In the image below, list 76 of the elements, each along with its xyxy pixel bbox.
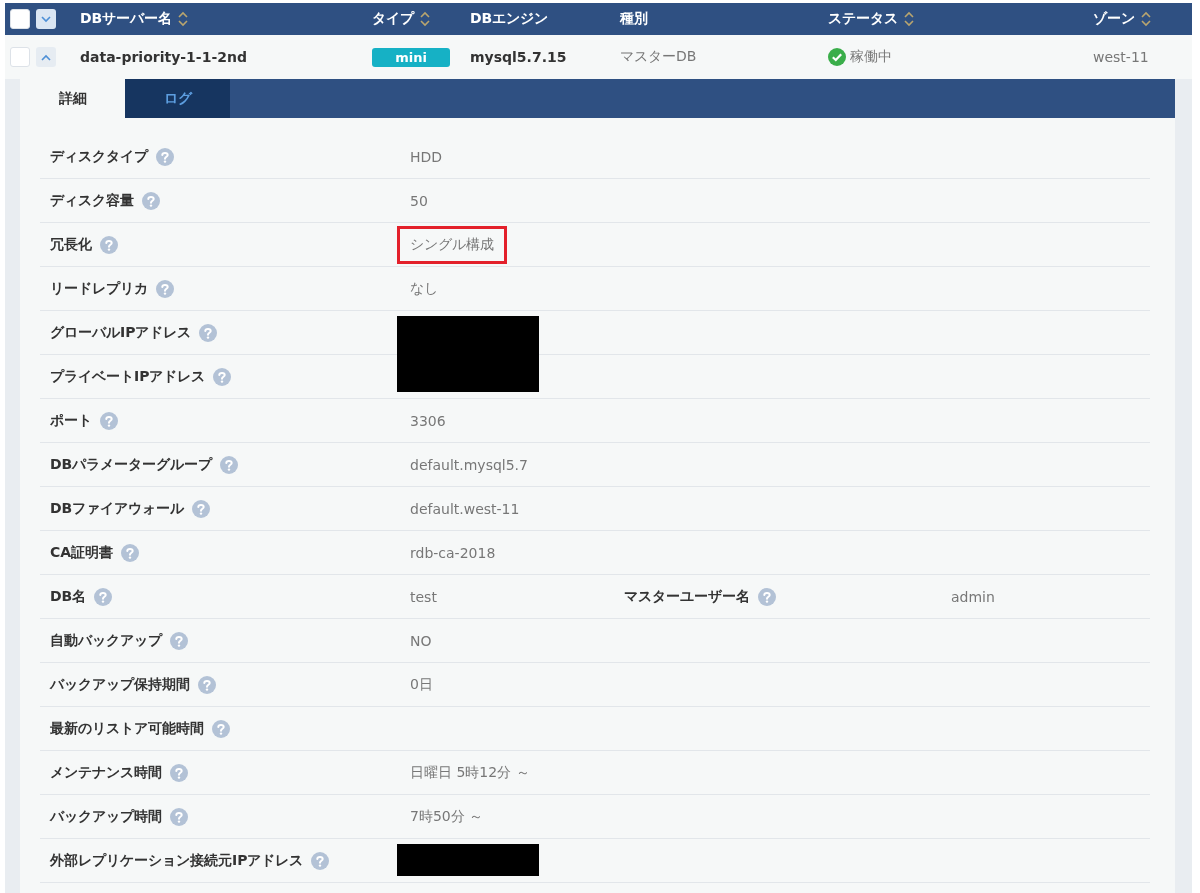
field-label: ポート (50, 411, 92, 430)
field-label: DBパラメーターグループ (50, 455, 213, 474)
field-value: HDD (409, 147, 444, 167)
field-label: プライベートIPアドレス (50, 367, 206, 386)
field-label: メンテナンス時間 (50, 763, 162, 782)
status-text: 稼働中 (850, 48, 892, 66)
column-header: DBサーバー名 (80, 10, 173, 28)
zone-text: west-11 (1093, 49, 1150, 65)
help-icon[interactable] (142, 191, 160, 210)
column-header: タイプ (372, 10, 414, 28)
kind-text: マスターDB (620, 48, 698, 66)
field-value: シングル構成 (397, 225, 507, 264)
field-value: 日曜日 5時12分 ～ (409, 762, 531, 782)
sort-icon[interactable] (420, 11, 430, 27)
field-label: バックアップ時間 (50, 807, 162, 826)
expand-all-button[interactable] (36, 9, 56, 29)
field-value: default.mysql5.7 (409, 455, 529, 475)
field-label: 自動バックアップ (50, 631, 162, 650)
column-header: DBエンジン (470, 10, 549, 28)
engine-text: mysql5.7.15 (470, 49, 568, 65)
help-icon[interactable] (121, 543, 140, 562)
help-icon[interactable] (156, 279, 174, 298)
field-label: DB名 (50, 587, 87, 606)
field-value: rdb-ca-2018 (409, 543, 497, 563)
field-label: CA証明書 (50, 543, 114, 562)
field-value: 3306 (409, 411, 447, 431)
field-label: ディスク容量 (50, 191, 134, 210)
help-icon[interactable] (192, 499, 211, 518)
help-icon[interactable] (100, 411, 118, 430)
field-value: なし (409, 278, 439, 298)
field-value: 7時50分 ～ (409, 806, 485, 826)
column-header: ステータス (828, 10, 898, 28)
field-label: グローバルIPアドレス (50, 323, 192, 342)
help-icon[interactable] (213, 367, 232, 386)
select-all-checkbox[interactable] (10, 9, 30, 29)
help-icon[interactable] (100, 235, 118, 254)
field-label: リードレプリカ (50, 279, 148, 298)
help-icon[interactable] (220, 455, 239, 474)
column-header: ゾーン (1093, 10, 1135, 28)
field-value: admin (950, 587, 996, 607)
chevron-down-icon (41, 15, 51, 23)
help-icon[interactable] (212, 719, 230, 738)
sort-icon[interactable] (178, 11, 189, 27)
field-label: マスターユーザー名 (624, 587, 750, 606)
help-icon[interactable] (170, 631, 188, 650)
field-label: 最新のリストア可能時間 (50, 719, 204, 738)
chevron-up-icon (41, 53, 51, 61)
field-value: default.west-11 (409, 499, 521, 519)
sort-icon[interactable] (904, 11, 914, 27)
field-label: バックアップ保持期間 (50, 675, 190, 694)
field-label: 外部レプリケーション接続元IPアドレス (50, 851, 304, 870)
field-label: DBファイアウォール (50, 499, 185, 518)
field-value: test (409, 587, 438, 607)
help-icon[interactable] (199, 323, 218, 342)
row-checkbox[interactable] (10, 47, 30, 67)
help-icon[interactable] (758, 587, 776, 606)
help-icon[interactable] (94, 587, 113, 606)
field-value: 0日 (409, 674, 434, 694)
help-icon[interactable] (170, 807, 188, 826)
row-toggle-button[interactable] (36, 47, 56, 67)
help-icon[interactable] (311, 851, 330, 870)
check-circle-icon (828, 48, 846, 66)
tab[interactable]: 詳細 (20, 79, 125, 118)
server-name: data-priority-1-1-2nd (80, 49, 248, 65)
field-value: 50 (409, 191, 429, 211)
column-header: 種別 (620, 10, 648, 28)
field-label: ディスクタイプ (50, 147, 148, 166)
tab[interactable]: ログ (125, 79, 230, 118)
type-badge: mini (372, 48, 450, 67)
help-icon[interactable] (156, 147, 174, 166)
field-value: NO (409, 631, 433, 651)
sort-icon[interactable] (1141, 11, 1151, 27)
field-label: 冗長化 (50, 235, 92, 254)
table-row[interactable]: data-priority-1-1-2nd mini mysql5.7.15 マスターDB 稼働中 west-11 (5, 35, 1192, 79)
help-icon[interactable] (170, 763, 188, 782)
help-icon[interactable] (198, 675, 216, 694)
